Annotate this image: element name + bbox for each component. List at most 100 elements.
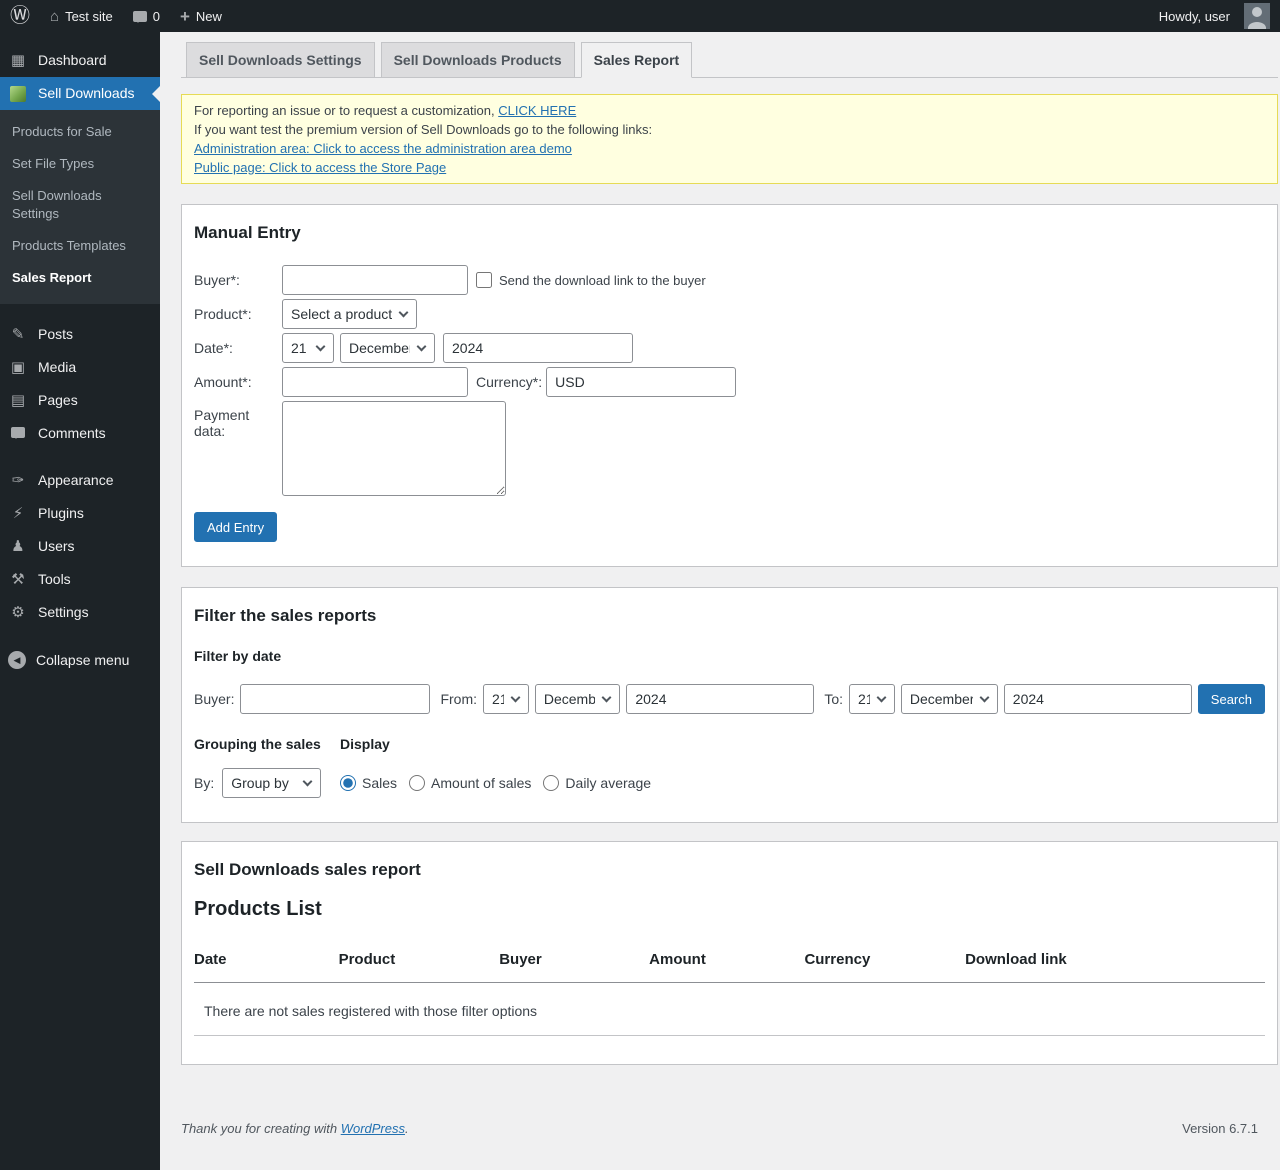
wordpress-link[interactable]: WordPress — [341, 1121, 405, 1136]
currency-input[interactable] — [546, 367, 736, 397]
my-account-link[interactable]: Howdy, user — [1149, 0, 1280, 32]
filter-date-row: Buyer: From: 21 December To: 21 December — [194, 684, 1265, 714]
sales-report-title: Sell Downloads sales report — [194, 860, 1265, 880]
submenu-item-sales-report[interactable]: Sales Report — [0, 262, 160, 294]
send-link-text: Send the download link to the buyer — [499, 273, 706, 288]
store-page-link[interactable]: Public page: Click to access the Store P… — [194, 160, 446, 175]
date-year-input[interactable] — [443, 333, 633, 363]
grouping-row: By: Group by Sales Amount of sales Daily… — [194, 768, 1265, 798]
footer-thanks: Thank you for creating with WordPress. — [181, 1121, 409, 1136]
submenu-item-sell-downloads-settings[interactable]: Sell Downloads Settings — [0, 180, 160, 230]
to-day-select-wrap: 21 — [849, 684, 895, 714]
sell-downloads-icon — [10, 86, 26, 102]
sidebar-item-users[interactable]: ♟ Users — [0, 530, 160, 563]
sidebar-item-label: Comments — [38, 425, 106, 442]
administration-demo-link[interactable]: Administration area: Click to access the… — [194, 141, 572, 156]
group-by-select[interactable]: Group by — [222, 768, 321, 798]
sidebar-item-settings[interactable]: ⚙ Settings — [0, 596, 160, 629]
products-list-heading: Products List — [194, 898, 1265, 921]
product-select[interactable]: Select a product — [282, 299, 417, 329]
sidebar-item-pages[interactable]: ▤ Pages — [0, 384, 160, 417]
payment-data-row: Payment data: — [194, 401, 1265, 496]
amount-of-sales-radio[interactable] — [409, 775, 425, 791]
from-month-select-wrap: December — [535, 684, 620, 714]
notice-line-1: For reporting an issue or to request a c… — [194, 101, 1265, 120]
manual-entry-title: Manual Entry — [194, 223, 1265, 243]
buyer-label: Buyer*: — [194, 272, 282, 288]
comments-bubble-icon — [133, 11, 147, 22]
howdy-label: Howdy, user — [1159, 9, 1230, 24]
to-label: To: — [824, 691, 843, 707]
menu-separator — [0, 629, 160, 643]
from-month-select[interactable]: December — [535, 684, 620, 714]
sales-radio[interactable] — [340, 775, 356, 791]
daily-average-radio[interactable] — [543, 775, 559, 791]
pages-icon: ▤ — [8, 392, 28, 409]
group-by-select-wrap: Group by — [222, 768, 321, 798]
tab-sales-report[interactable]: Sales Report — [581, 42, 693, 78]
send-link-checkbox[interactable] — [476, 272, 492, 288]
column-header-buyer: Buyer — [499, 943, 649, 983]
sidebar-item-media[interactable]: ▣ Media — [0, 351, 160, 384]
submenu-item-set-file-types[interactable]: Set File Types — [0, 148, 160, 180]
sidebar-item-label: Collapse menu — [36, 652, 129, 669]
sidebar-item-comments[interactable]: Comments — [0, 417, 160, 450]
to-year-input[interactable] — [1004, 684, 1192, 714]
search-button[interactable]: Search — [1198, 684, 1265, 714]
notice-line-3: Administration area: Click to access the… — [194, 139, 1265, 158]
radio-sales-label[interactable]: Sales — [340, 775, 397, 791]
wordpress-logo-link[interactable]: Ⓦ — [0, 0, 40, 32]
empty-message: There are not sales registered with thos… — [194, 983, 1265, 1036]
column-header-download-link: Download link — [965, 943, 1265, 983]
by-label: By: — [194, 775, 214, 791]
date-month-select[interactable]: December — [340, 333, 435, 363]
date-month-select-wrap: December — [340, 333, 435, 363]
radio-amount-text: Amount of sales — [431, 775, 531, 791]
new-content-link[interactable]: + New — [170, 0, 232, 32]
date-day-select-wrap: 21 — [282, 333, 334, 363]
site-name-link[interactable]: ⌂ Test site — [40, 0, 123, 32]
sidebar-item-plugins[interactable]: ⚡ Plugins — [0, 497, 160, 530]
radio-amount-of-sales-label[interactable]: Amount of sales — [409, 775, 531, 791]
submenu-item-products-templates[interactable]: Products Templates — [0, 230, 160, 262]
sidebar-item-appearance[interactable]: ✑ Appearance — [0, 464, 160, 497]
sidebar-item-label: Dashboard — [38, 52, 107, 69]
settings-icon: ⚙ — [8, 604, 28, 621]
from-year-input[interactable] — [626, 684, 814, 714]
sidebar-item-label: Sell Downloads — [38, 85, 135, 102]
footer-thanks-text: Thank you for creating with — [181, 1121, 337, 1136]
from-day-select[interactable]: 21 — [483, 684, 529, 714]
click-here-link[interactable]: CLICK HERE — [498, 103, 576, 118]
page-footer: Thank you for creating with WordPress. V… — [181, 1121, 1278, 1136]
sidebar-item-tools[interactable]: ⚒ Tools — [0, 563, 160, 596]
sidebar-item-label: Tools — [38, 571, 71, 588]
product-label: Product*: — [194, 306, 282, 322]
to-month-select[interactable]: December — [901, 684, 998, 714]
sidebar-item-label: Posts — [38, 326, 73, 343]
add-entry-button[interactable]: Add Entry — [194, 512, 277, 542]
buyer-input[interactable] — [282, 265, 468, 295]
to-day-select[interactable]: 21 — [849, 684, 895, 714]
footer-thanks-period: . — [405, 1121, 409, 1136]
payment-data-textarea[interactable] — [282, 401, 506, 496]
submenu-item-products-for-sale[interactable]: Products for Sale — [0, 116, 160, 148]
filter-buyer-input[interactable] — [240, 684, 430, 714]
tab-sell-downloads-products[interactable]: Sell Downloads Products — [381, 42, 575, 78]
product-row: Product*: Select a product — [194, 299, 1265, 329]
grouping-the-sales-heading: Grouping the sales — [194, 736, 340, 752]
radio-daily-average-label[interactable]: Daily average — [543, 775, 651, 791]
send-link-checkbox-label[interactable]: Send the download link to the buyer — [476, 272, 706, 288]
tab-sell-downloads-settings[interactable]: Sell Downloads Settings — [186, 42, 375, 78]
filter-buyer-label: Buyer: — [194, 691, 234, 707]
amount-input[interactable] — [282, 367, 468, 397]
sidebar-item-dashboard[interactable]: ▦ Dashboard — [0, 44, 160, 77]
sidebar-item-sell-downloads[interactable]: Sell Downloads — [0, 77, 160, 110]
date-day-select[interactable]: 21 — [282, 333, 334, 363]
comments-link[interactable]: 0 — [123, 0, 170, 32]
notice-text: For reporting an issue or to request a c… — [194, 103, 495, 118]
sidebar-item-posts[interactable]: ✎ Posts — [0, 318, 160, 351]
filter-by-date-heading: Filter by date — [194, 648, 1265, 664]
sidebar-item-collapse-menu[interactable]: ◀ Collapse menu — [0, 643, 160, 677]
product-select-wrap: Select a product — [282, 299, 417, 329]
radio-sales-text: Sales — [362, 775, 397, 791]
